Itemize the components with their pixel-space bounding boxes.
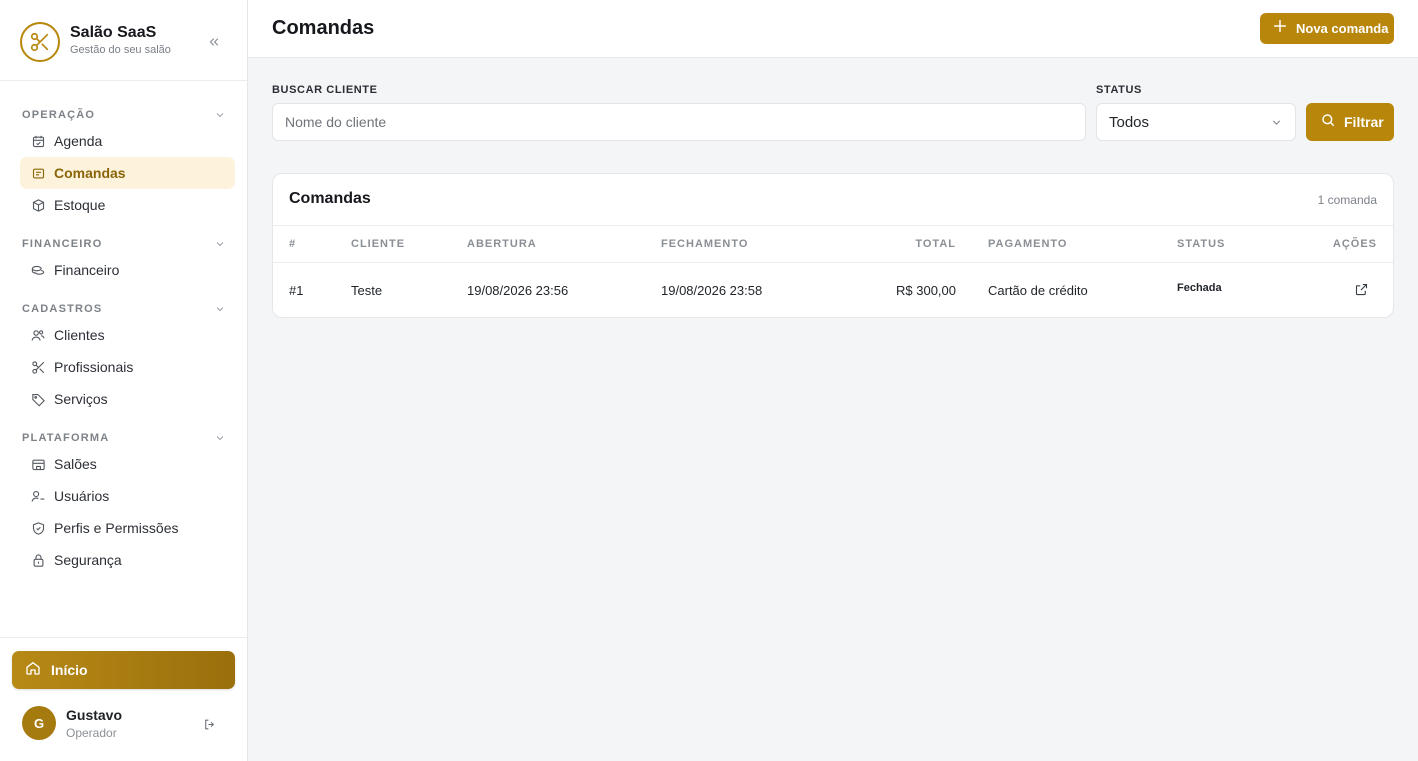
filter-button[interactable]: Filtrar	[1306, 103, 1394, 141]
chevrons-left-icon	[209, 38, 219, 46]
sidebar-item-agenda[interactable]: Agenda	[20, 125, 235, 157]
page-title: Comandas	[272, 17, 375, 39]
section-label: FINANCEIRO	[22, 238, 103, 250]
column-header: AÇÕES	[1332, 238, 1377, 250]
chevron-down-icon	[1272, 119, 1281, 125]
chevron-down-icon	[216, 307, 224, 312]
chevron-down-icon	[216, 242, 224, 247]
section-label: PLATAFORMA	[22, 432, 110, 444]
receipt-icon	[30, 165, 46, 181]
sidebar-item-label: Profissionais	[54, 359, 134, 375]
new-comanda-button[interactable]: Nova comanda	[1260, 13, 1394, 44]
search-label: BUSCAR CLIENTE	[272, 84, 378, 96]
section-financeiro[interactable]: FINANCEIRO	[22, 237, 226, 251]
shield-icon	[30, 520, 46, 536]
home-button-label: Início	[51, 662, 88, 678]
avatar: G	[22, 706, 56, 740]
cell-total: R$ 300,00	[896, 283, 956, 298]
user-name: Gustavo	[66, 707, 123, 723]
scissors-icon	[30, 359, 46, 375]
cell-pagamento: Cartão de crédito	[988, 283, 1088, 298]
sidebar-item-label: Salões	[54, 456, 97, 472]
filter-button-label: Filtrar	[1344, 114, 1384, 130]
column-header: STATUS	[1177, 238, 1226, 250]
logout-button[interactable]	[200, 715, 218, 733]
cell-id: #1	[289, 283, 304, 298]
client-search-input[interactable]	[272, 103, 1086, 141]
status-badge: Fechada	[1177, 282, 1222, 294]
sidebar-item-profissionais[interactable]: Profissionais	[20, 351, 235, 383]
sidebar-item-clientes[interactable]: Clientes	[20, 319, 235, 351]
sidebar-item-saloes[interactable]: Salões	[20, 448, 235, 480]
sidebar-footer: Início G Gustavo Operador	[0, 637, 247, 761]
collapse-sidebar-button[interactable]	[204, 32, 224, 52]
column-header: #	[289, 238, 297, 250]
sidebar-item-estoque[interactable]: Estoque	[20, 189, 235, 221]
section-plataforma[interactable]: PLATAFORMA	[22, 431, 226, 445]
comandas-card: Comandas 1 comanda # CLIENTE ABERTURA FE…	[272, 173, 1394, 318]
sidebar-item-financeiro[interactable]: Financeiro	[20, 254, 235, 286]
section-operacao[interactable]: OPERAÇÃO	[22, 108, 226, 122]
record-count: 1 comanda	[1317, 193, 1377, 207]
brand-header: Salão SaaS Gestão do seu salão	[0, 0, 247, 81]
card-title: Comandas	[289, 190, 371, 207]
section-cadastros[interactable]: CADASTROS	[22, 302, 226, 316]
user-role: Operador	[66, 726, 117, 740]
user-cog-icon	[30, 488, 46, 504]
home-button[interactable]: Início	[12, 651, 235, 689]
cell-abertura: 19/08/2026 23:56	[467, 283, 569, 298]
search-icon	[1320, 112, 1336, 133]
sidebar-item-label: Clientes	[54, 327, 105, 343]
brand-name: Salão SaaS	[70, 24, 157, 41]
column-header: PAGAMENTO	[988, 238, 1068, 250]
section-label: CADASTROS	[22, 303, 103, 315]
table-header: # CLIENTE ABERTURA FECHAMENTO TOTAL PAGA…	[273, 225, 1393, 263]
lock-icon	[30, 552, 46, 568]
sidebar-item-label: Perfis e Permissões	[54, 520, 179, 536]
chevron-down-icon	[216, 113, 224, 118]
cell-cliente: Teste	[351, 283, 383, 298]
plus-icon	[1272, 18, 1288, 39]
external-link-icon[interactable]	[1353, 281, 1369, 297]
new-comanda-label: Nova comanda	[1296, 21, 1389, 36]
sidebar-item-label: Financeiro	[54, 262, 120, 278]
column-header: TOTAL	[915, 238, 956, 250]
calendar-icon	[30, 133, 46, 149]
sidebar-item-usuarios[interactable]: Usuários	[20, 480, 235, 512]
sidebar-item-label: Serviços	[54, 391, 108, 407]
scissors-icon	[20, 22, 60, 62]
sidebar-item-seguranca[interactable]: Segurança	[20, 544, 235, 576]
sidebar-item-servicos[interactable]: Serviços	[20, 383, 235, 415]
status-label: STATUS	[1096, 84, 1142, 96]
chevron-down-icon	[216, 436, 224, 441]
status-selected-value: Todos	[1109, 113, 1150, 131]
page-header: Comandas Nova comanda	[248, 0, 1418, 58]
home-icon	[25, 660, 41, 681]
sidebar-item-perfis[interactable]: Perfis e Permissões	[20, 512, 235, 544]
section-label: OPERAÇÃO	[22, 109, 96, 121]
sidebar-item-label: Estoque	[54, 197, 106, 213]
sidebar-item-label: Agenda	[54, 133, 103, 149]
store-icon	[30, 456, 46, 472]
brand-tagline: Gestão do seu salão	[70, 44, 171, 56]
sidebar-item-label: Usuários	[54, 488, 110, 504]
column-header: FECHAMENTO	[661, 238, 749, 250]
table-row[interactable]: #1 Teste 19/08/2026 23:56 19/08/2026 23:…	[273, 263, 1393, 317]
status-select[interactable]: Todos	[1096, 103, 1296, 141]
sidebar-item-label: Segurança	[54, 552, 122, 568]
sidebar-item-comandas[interactable]: Comandas	[20, 157, 235, 189]
cell-fechamento: 19/08/2026 23:58	[661, 283, 763, 298]
box-icon	[30, 197, 46, 213]
sidebar: Salão SaaS Gestão do seu salão OPERAÇÃO …	[0, 0, 248, 761]
sidebar-item-label: Comandas	[54, 165, 126, 181]
column-header: ABERTURA	[467, 238, 537, 250]
coins-icon	[30, 262, 46, 278]
logout-icon	[204, 719, 214, 729]
users-icon	[30, 327, 46, 343]
column-header: CLIENTE	[351, 238, 406, 250]
tag-icon	[30, 391, 46, 407]
